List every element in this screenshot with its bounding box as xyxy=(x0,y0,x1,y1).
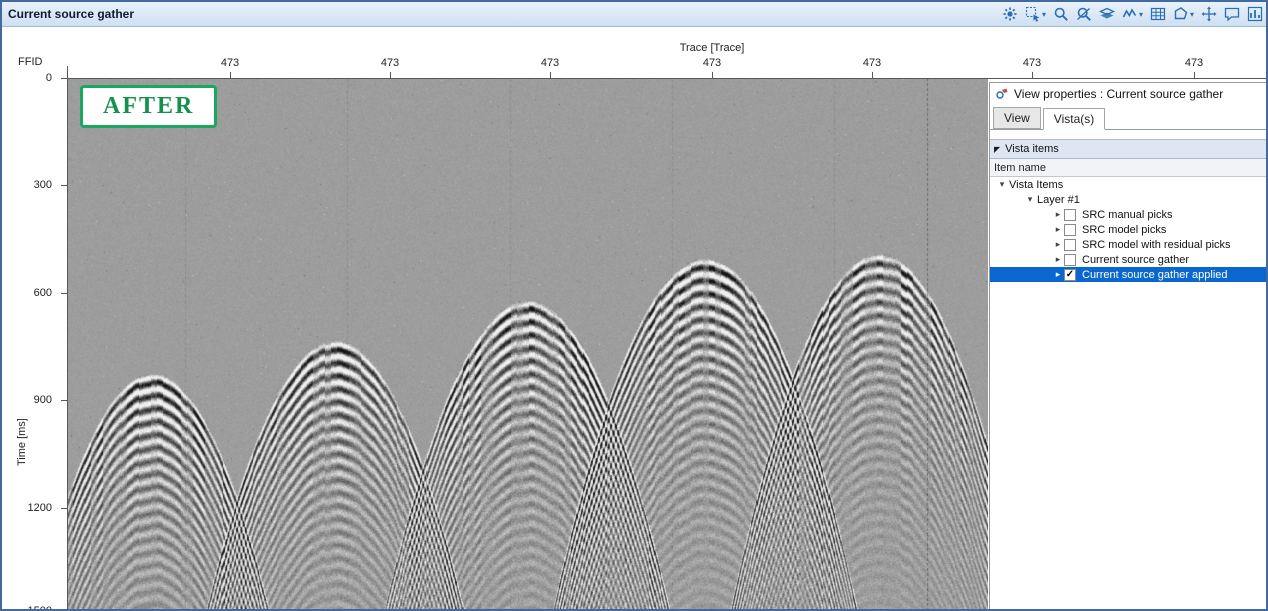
tree-item-label: Vista Items xyxy=(1009,178,1064,191)
polygon-icon[interactable]: ▾ xyxy=(1173,5,1194,23)
trace-tick-mark xyxy=(712,72,713,78)
trace-axis-title: Trace [Trace] xyxy=(679,42,745,54)
view-properties-icon xyxy=(996,88,1008,99)
trace-tick-mark xyxy=(1032,72,1033,78)
time-tick-label: 1200 xyxy=(27,502,52,514)
tree-item-label: SRC model with residual picks xyxy=(1082,238,1231,251)
vista-items-section-label: Vista items xyxy=(1005,143,1059,155)
title-bar: Current source gather ▾ ▾ ▾ xyxy=(2,2,1266,27)
trace-tick-mark xyxy=(230,72,231,78)
expand-arrow-icon[interactable]: ▸ xyxy=(1052,239,1064,250)
settings-gear-icon[interactable] xyxy=(1002,5,1018,23)
trace-tick-label: 473 xyxy=(1022,57,1042,69)
checkbox-unchecked[interactable] xyxy=(1064,238,1076,251)
item-name-column-label: Item name xyxy=(994,161,1046,174)
tree-item-vista-items[interactable]: ▾ Vista Items xyxy=(990,177,1266,192)
time-tick-label: 0 xyxy=(45,72,52,84)
layers-icon[interactable] xyxy=(1098,5,1115,23)
time-axis-title: Time [ms] xyxy=(16,418,28,466)
select-mode-icon[interactable]: ▾ xyxy=(1025,5,1046,23)
zoom-icon[interactable] xyxy=(1053,5,1069,23)
trace-tick-mark xyxy=(390,72,391,78)
tree-item-layer-1[interactable]: ▾ Layer #1 xyxy=(990,192,1266,207)
view-properties-panel: View properties : Current source gather … xyxy=(989,82,1266,609)
window-title: Current source gather xyxy=(8,7,135,21)
trace-tick-label: 473 xyxy=(862,57,882,69)
after-annotation-label: AFTER xyxy=(103,93,195,119)
time-tick-label: 300 xyxy=(33,179,52,191)
toolbar: ▾ ▾ ▾ xyxy=(1002,5,1266,23)
collapse-arrow-icon[interactable]: ▾ xyxy=(1024,194,1036,205)
trace-tick-label: 473 xyxy=(220,57,240,69)
time-tick-label: 600 xyxy=(33,287,52,299)
app-window: Current source gather ▾ ▾ ▾ FFID Trace [Tr… xyxy=(0,0,1268,611)
trace-tick-label: 473 xyxy=(540,57,560,69)
left-axis: Time [ms] 0 300 600 900 1200 1500 xyxy=(2,66,68,609)
dropdown-arrow-icon: ▾ xyxy=(1041,9,1046,19)
time-tick-mark xyxy=(61,293,67,294)
trace-tick-label: 473 xyxy=(380,57,400,69)
wiggle-trace-icon[interactable]: ▾ xyxy=(1122,5,1143,23)
tree-item-label: Current source gather xyxy=(1082,253,1189,266)
top-axis: FFID Trace [Trace] 473 473 473 473 473 473 473 xyxy=(2,26,1266,79)
expand-arrow-icon[interactable]: ▸ xyxy=(1052,269,1064,280)
dropdown-arrow-icon: ▾ xyxy=(1138,9,1143,19)
grid-icon[interactable] xyxy=(1150,5,1166,23)
trace-tick-label: 473 xyxy=(702,57,722,69)
dropdown-arrow-icon: ▾ xyxy=(1189,9,1194,19)
item-name-column-header: Item name xyxy=(990,159,1266,177)
tree-item-label: SRC model picks xyxy=(1082,223,1167,236)
view-properties-title: View properties : Current source gather xyxy=(1014,87,1224,101)
expand-arrow-icon[interactable]: ▸ xyxy=(1052,224,1064,235)
collapse-arrow-icon[interactable]: ▾ xyxy=(996,179,1008,190)
expand-arrow-icon[interactable]: ▸ xyxy=(1052,254,1064,265)
checkbox-checked[interactable]: ✓ xyxy=(1064,268,1076,281)
view-properties-header: View properties : Current source gather xyxy=(990,83,1266,105)
tree-item-current-source-gather-applied[interactable]: ▸ ✓ Current source gather applied xyxy=(990,267,1266,282)
properties-tabs: View Vista(s) xyxy=(990,105,1266,130)
chart-icon[interactable] xyxy=(1247,5,1263,23)
time-tick-mark xyxy=(61,400,67,401)
checkbox-unchecked[interactable] xyxy=(1064,208,1076,221)
tree-item-src-model-with-residual-picks[interactable]: ▸ SRC model with residual picks xyxy=(990,237,1266,252)
expand-arrow-icon[interactable]: ▸ xyxy=(1052,209,1064,220)
pan-icon[interactable] xyxy=(1201,5,1217,23)
trace-tick-mark xyxy=(1194,72,1195,78)
tree-item-label: Layer #1 xyxy=(1037,193,1080,206)
tree-item-src-manual-picks[interactable]: ▸ SRC manual picks xyxy=(990,207,1266,222)
time-tick-mark xyxy=(61,508,67,509)
vista-items-tree: ▾ Vista Items ▾ Layer #1 ▸ SRC manual picks ▸ S… xyxy=(990,177,1266,282)
time-tick-label: 900 xyxy=(33,394,52,406)
time-tick-mark xyxy=(61,185,67,186)
trace-tick-label: 473 xyxy=(1184,57,1204,69)
tree-item-label: SRC manual picks xyxy=(1082,208,1173,221)
seismic-gather-image[interactable] xyxy=(67,78,988,609)
checkbox-unchecked[interactable] xyxy=(1064,253,1076,266)
tab-vistas[interactable]: Vista(s) xyxy=(1042,108,1106,130)
after-annotation-badge: AFTER xyxy=(80,85,218,128)
zoom-off-icon[interactable] xyxy=(1076,5,1092,23)
time-tick-label: 1500 xyxy=(27,605,52,611)
tree-item-current-source-gather[interactable]: ▸ Current source gather xyxy=(990,252,1266,267)
tree-item-src-model-picks[interactable]: ▸ SRC model picks xyxy=(990,222,1266,237)
checkbox-unchecked[interactable] xyxy=(1064,223,1076,236)
collapse-section-icon: ◤ xyxy=(994,144,1001,154)
trace-tick-mark xyxy=(550,72,551,78)
trace-tick-mark xyxy=(872,72,873,78)
tab-view[interactable]: View xyxy=(993,107,1041,129)
time-tick-mark xyxy=(61,78,67,79)
tree-item-label: Current source gather applied xyxy=(1082,268,1228,281)
comment-icon[interactable] xyxy=(1224,5,1240,23)
vista-items-section-header[interactable]: ◤ Vista items xyxy=(990,139,1266,159)
